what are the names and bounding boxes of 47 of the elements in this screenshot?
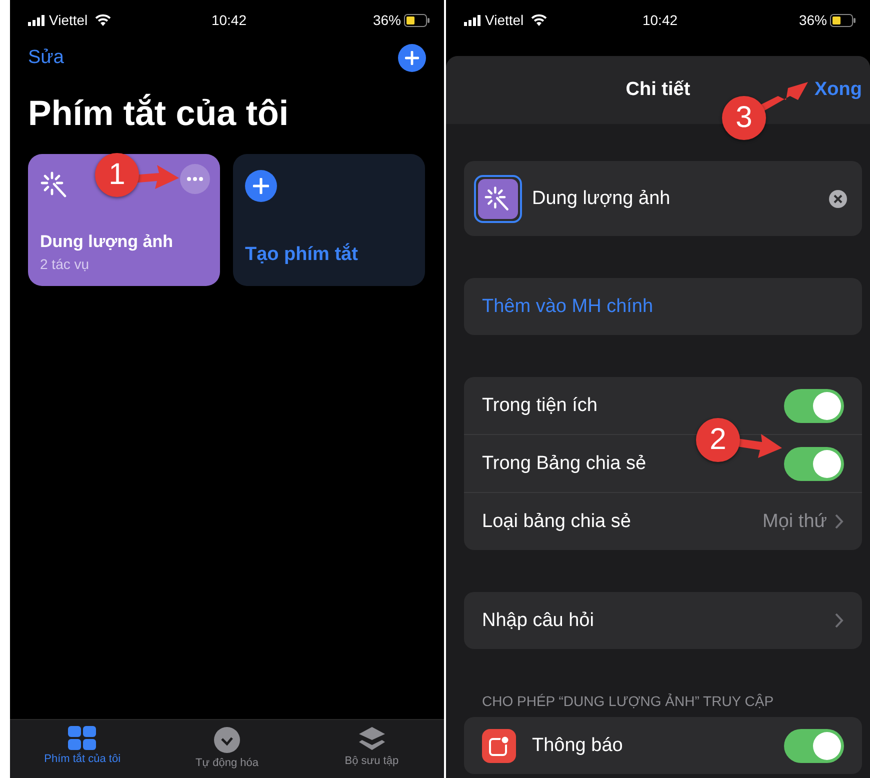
battery-icon [404, 14, 430, 26]
setting-value: Mọi thứ [762, 510, 827, 532]
chevron-icon [835, 613, 844, 628]
carrier-name: Viettel [49, 12, 88, 28]
add-to-home-button[interactable]: Thêm vào MH chính [482, 296, 654, 318]
notification-icon [482, 728, 516, 762]
battery-percent: 36% [798, 12, 828, 28]
clock-time: 10:42 [642, 12, 678, 28]
setting-label: Trong Bảng chia sẻ [482, 452, 648, 474]
layers-icon [358, 726, 386, 752]
create-label: Tạo phím tắt [245, 244, 359, 266]
signal-icon [28, 14, 45, 26]
tab-item[interactable]: Phím tắt của tôi [10, 726, 155, 778]
setting-label: Nhập câu hỏi [482, 610, 595, 632]
toggle-switch[interactable] [784, 446, 844, 480]
magic-wand-icon[interactable] [474, 174, 522, 222]
edit-button[interactable]: Sửa [28, 47, 64, 69]
battery-icon [830, 14, 856, 26]
section-header: CHO PHÉP “DUNG LƯỢNG ẢNH” TRUY CẬP [482, 693, 775, 709]
permission-label: Thông báo [532, 734, 624, 756]
create-shortcut-card[interactable]: Tạo phím tắt [233, 154, 425, 286]
clear-icon[interactable] [828, 188, 848, 208]
tab-item[interactable]: Tự động hóa [154, 726, 300, 778]
setting-label: Loại bảng chia sẻ [482, 510, 632, 532]
sheet-title: Chi tiết [626, 79, 690, 101]
toggle-switch[interactable] [784, 388, 844, 422]
plus-icon [405, 51, 419, 65]
shortcut-name: Dung lượng ảnh [40, 232, 174, 252]
toggle-switch[interactable] [784, 728, 844, 762]
ellipsis-icon [187, 177, 203, 181]
carrier-name: Viettel [485, 12, 524, 28]
tab-item[interactable]: Bộ sưu tập [299, 726, 444, 778]
chevron-icon [835, 514, 844, 529]
signal-icon [464, 14, 481, 26]
page-title: Phím tắt của tôi [28, 94, 290, 135]
clock-time: 10:42 [211, 12, 247, 28]
battery-percent: 36% [372, 12, 401, 28]
add-button[interactable] [398, 44, 426, 72]
wifi-icon [530, 14, 547, 26]
setting-label: Trong tiện ích [482, 394, 598, 416]
done-button[interactable]: Xong [814, 79, 862, 101]
grid-icon [68, 726, 96, 750]
clock-icon [212, 726, 242, 754]
plus-icon [245, 170, 277, 202]
more-button[interactable] [180, 164, 210, 194]
action-count: 2 tác vụ [40, 256, 90, 272]
wifi-icon [94, 14, 111, 26]
